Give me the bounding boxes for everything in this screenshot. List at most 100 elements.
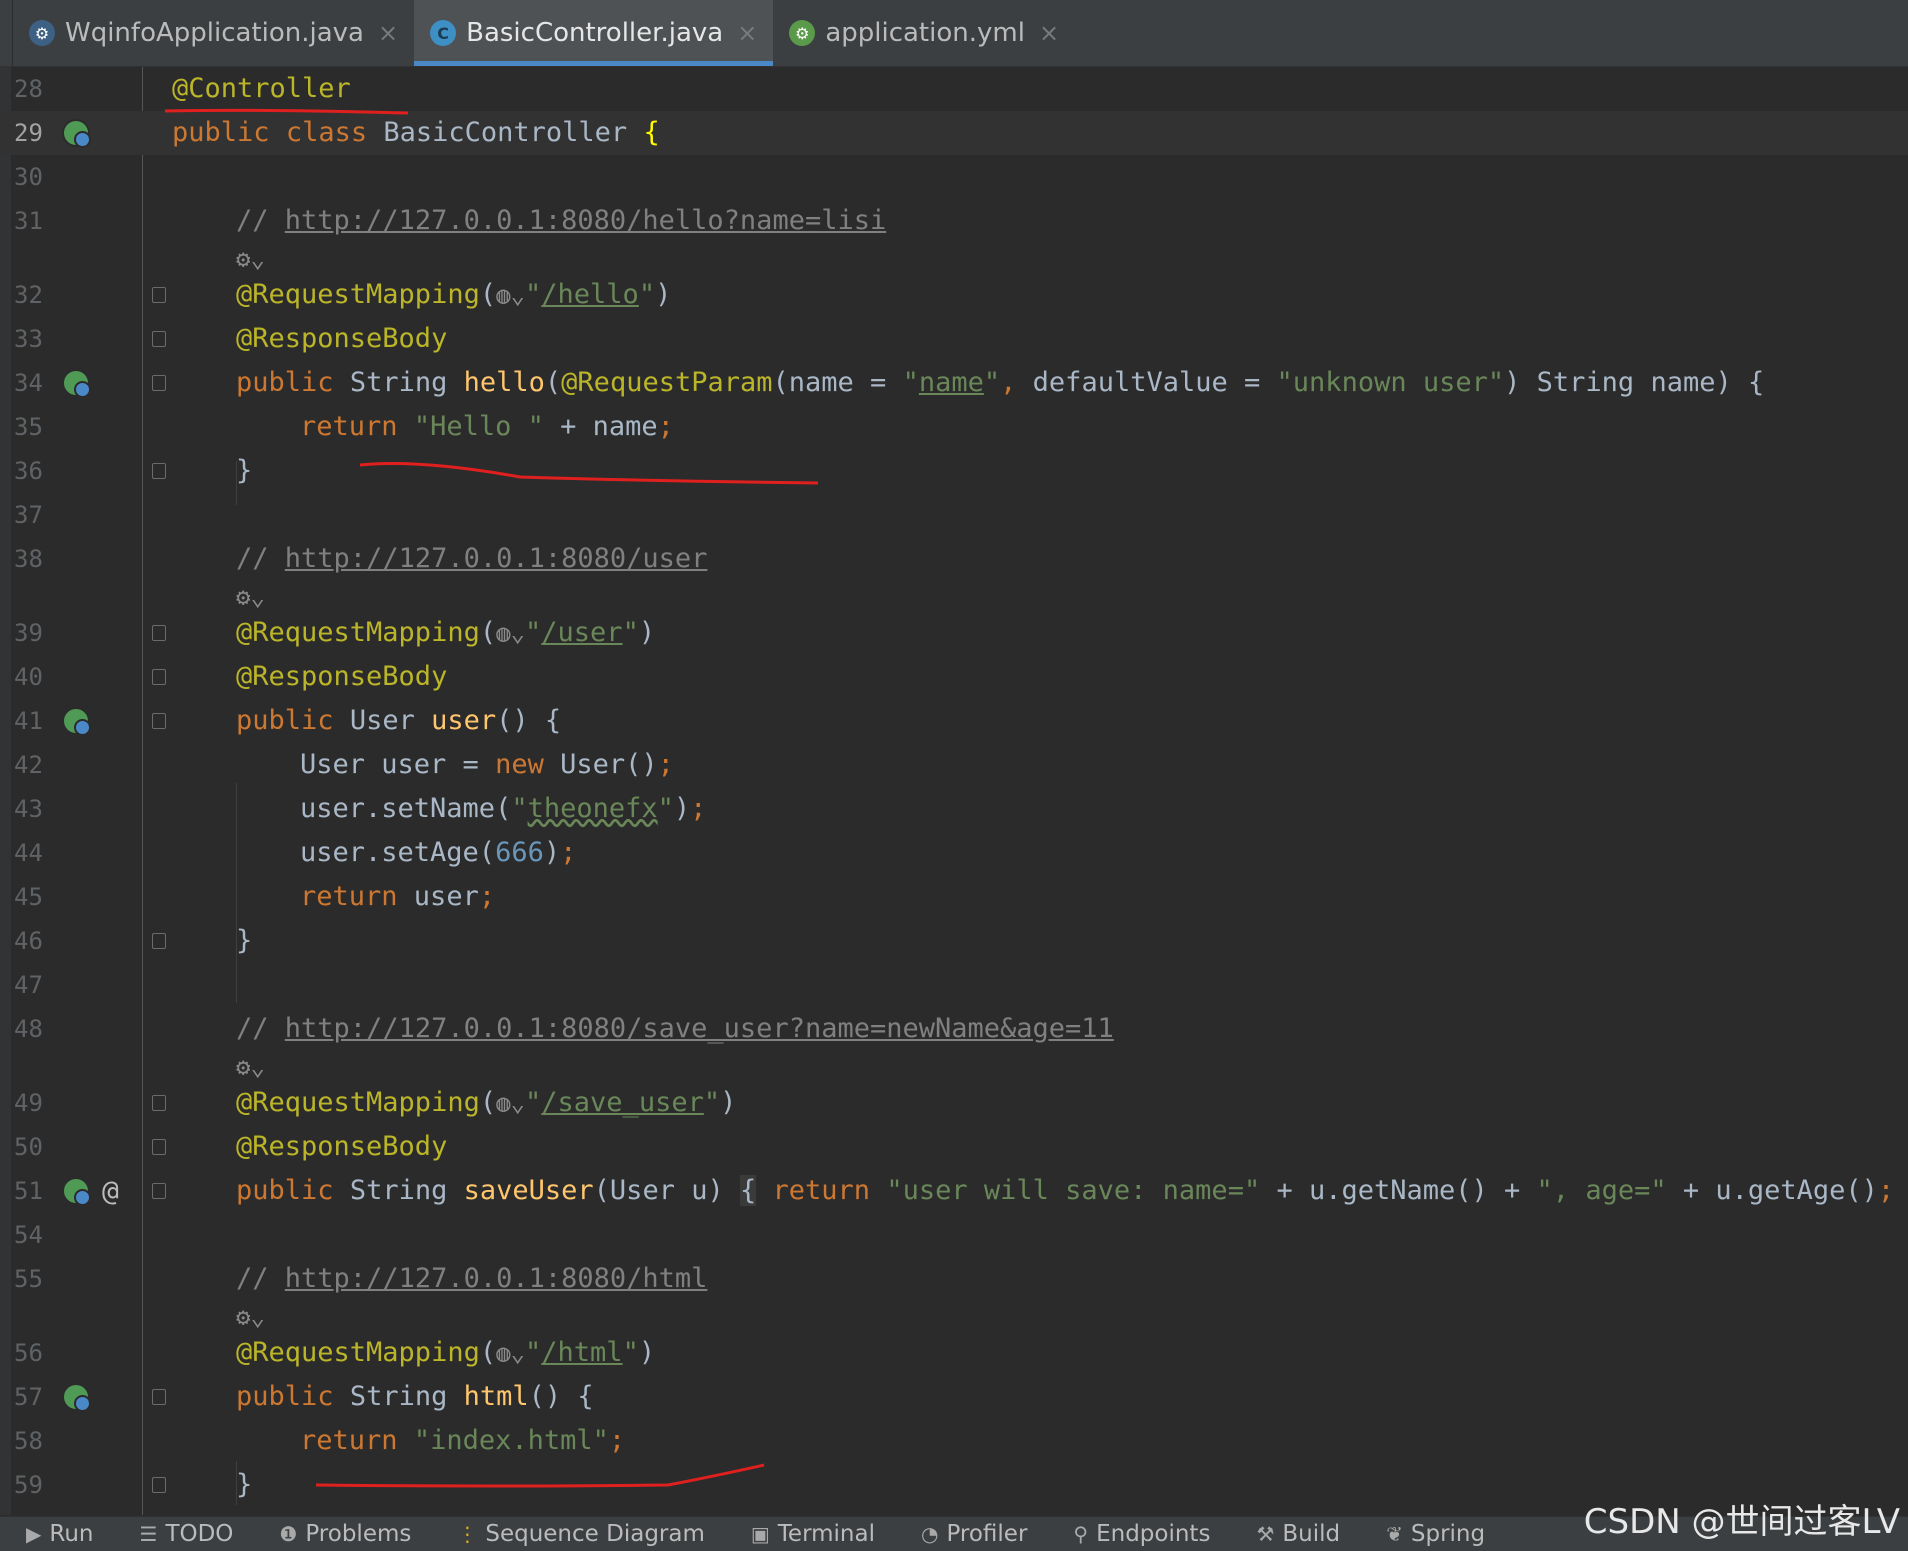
inlay-hint-row: ⚙⌄ (0, 243, 1908, 273)
code-line[interactable]: 49 @RequestMapping(◍⌄"/save_user") (0, 1081, 1908, 1125)
fold-marker-icon[interactable] (152, 933, 166, 949)
globe-hint-icon[interactable]: ◍⌄ (496, 281, 525, 309)
fold-marker-icon[interactable] (152, 1477, 166, 1493)
close-icon[interactable]: × (737, 19, 757, 47)
line-code: User user = new User(); (300, 749, 674, 780)
todo-tool-button[interactable]: ☰ TODO (114, 1517, 254, 1551)
endpoint-gutter-icon[interactable] (62, 1177, 91, 1206)
tab-bar-left-strip (0, 0, 13, 66)
code-line[interactable]: 42 User user = new User(); (0, 743, 1908, 787)
code-line[interactable]: 37 (0, 493, 1908, 537)
code-line[interactable]: 44 user.setAge(666); (0, 831, 1908, 875)
problems-tool-button[interactable]: ❶ Problems (253, 1517, 431, 1551)
code-line[interactable]: 30 (0, 155, 1908, 199)
fold-marker-icon[interactable] (152, 625, 166, 641)
editor-tab-bar: ⚙ WqinfoApplication.java × C BasicContro… (0, 0, 1908, 67)
spring-tool-button[interactable]: ❦ Spring (1360, 1517, 1505, 1551)
line-code: // http://127.0.0.1:8080/save_user?name=… (236, 1013, 1114, 1044)
code-line[interactable]: 38 // http://127.0.0.1:8080/user (0, 537, 1908, 581)
sequence-diagram-tool-button[interactable]: ⋮ Sequence Diagram (431, 1517, 725, 1551)
line-code: return "index.html"; (300, 1425, 626, 1456)
line-code: } (236, 925, 253, 956)
close-icon[interactable]: × (1039, 19, 1059, 47)
code-line[interactable]: 47 (0, 963, 1908, 1007)
code-line[interactable]: 55 // http://127.0.0.1:8080/html (0, 1257, 1908, 1301)
endpoint-gutter-icon[interactable] (62, 369, 91, 398)
fold-marker-icon[interactable] (152, 669, 166, 685)
at-symbol-gutter-icon[interactable]: @ (102, 1169, 119, 1213)
line-number: 49 (14, 1089, 43, 1117)
line-code: @RequestMapping(◍⌄"/user") (236, 617, 656, 648)
code-line[interactable]: 43 user.setName("theonefx"); (0, 787, 1908, 831)
line-number: 31 (14, 207, 43, 235)
code-line[interactable]: 31 // http://127.0.0.1:8080/hello?name=l… (0, 199, 1908, 243)
code-line[interactable]: 34 public String hello(@RequestParam(nam… (0, 361, 1908, 405)
java-class-icon: C (430, 20, 457, 46)
terminal-tool-button[interactable]: ▣ Terminal (725, 1517, 895, 1551)
line-code: @RequestMapping(◍⌄"/hello") (236, 279, 672, 310)
line-number: 30 (14, 163, 43, 191)
code-line[interactable]: 57 public String html() { (0, 1375, 1908, 1419)
inlay-hint-row: ⚙⌄ (0, 1051, 1908, 1081)
fold-marker-icon[interactable] (152, 1095, 166, 1111)
line-code: return "Hello " + name; (300, 411, 674, 442)
fold-marker-icon[interactable] (152, 331, 166, 347)
code-line[interactable]: 36 } (0, 449, 1908, 493)
line-code: } (236, 1469, 253, 1500)
globe-hint-icon[interactable]: ◍⌄ (496, 1089, 525, 1117)
endpoints-tool-button[interactable]: ⚲ Endpoints (1047, 1517, 1230, 1551)
todo-icon: ☰ (139, 1522, 158, 1546)
fold-marker-icon[interactable] (152, 287, 166, 303)
line-code: user.setAge(666); (300, 837, 577, 868)
line-code: } (236, 455, 253, 486)
code-line[interactable]: 46 } (0, 919, 1908, 963)
line-code: @Controller (172, 73, 351, 104)
fold-marker-icon[interactable] (152, 1183, 166, 1199)
line-number: 47 (14, 971, 43, 999)
fold-marker-icon[interactable] (152, 375, 166, 391)
profiler-icon: ◔ (920, 1522, 939, 1546)
code-line[interactable]: 56 @RequestMapping(◍⌄"/html") (0, 1331, 1908, 1375)
code-line[interactable]: 58 return "index.html"; (0, 1419, 1908, 1463)
code-line[interactable]: 39 @RequestMapping(◍⌄"/user") (0, 611, 1908, 655)
globe-hint-icon[interactable]: ◍⌄ (496, 1339, 525, 1367)
spring-bean-gutter-icon[interactable] (62, 119, 91, 148)
close-icon[interactable]: × (378, 19, 398, 47)
line-number: 40 (14, 663, 43, 691)
code-line[interactable]: 48 // http://127.0.0.1:8080/save_user?na… (0, 1007, 1908, 1051)
run-tool-button[interactable]: ▶ Run (0, 1517, 114, 1551)
code-line[interactable]: 54 (0, 1213, 1908, 1257)
spring-boot-class-icon: ⚙ (29, 20, 55, 46)
tab-basic-controller[interactable]: C BasicController.java × (414, 0, 774, 66)
line-number: 58 (14, 1427, 43, 1455)
code-line[interactable]: 33 @ResponseBody (0, 317, 1908, 361)
tool-label: Endpoints (1096, 1521, 1211, 1547)
code-line[interactable]: 32 @RequestMapping(◍⌄"/hello") (0, 273, 1908, 317)
code-line[interactable]: 51 @ public String saveUser(User u) { re… (0, 1169, 1908, 1213)
line-number: 41 (14, 707, 43, 735)
globe-hint-icon[interactable]: ◍⌄ (496, 619, 525, 647)
fold-marker-icon[interactable] (152, 713, 166, 729)
tool-label: Build (1282, 1521, 1341, 1547)
code-line[interactable]: 41 public User user() { (0, 699, 1908, 743)
fold-marker-icon[interactable] (152, 1389, 166, 1405)
endpoint-gutter-icon[interactable] (62, 707, 91, 736)
line-number: 39 (14, 619, 43, 647)
code-line[interactable]: 28 @Controller (0, 67, 1908, 111)
profiler-tool-button[interactable]: ◔ Profiler (895, 1517, 1047, 1551)
tab-wqinfo-application[interactable]: ⚙ WqinfoApplication.java × (13, 0, 414, 66)
code-line[interactable]: 35 return "Hello " + name; (0, 405, 1908, 449)
tab-application-yml[interactable]: ⚙ application.yml × (773, 0, 1075, 66)
code-line[interactable]: 40 @ResponseBody (0, 655, 1908, 699)
code-line[interactable]: 45 return user; (0, 875, 1908, 919)
code-editor[interactable]: 28 @Controller 29 public class BasicCont… (0, 67, 1908, 1515)
fold-marker-icon[interactable] (152, 463, 166, 479)
line-code: @RequestMapping(◍⌄"/save_user") (236, 1087, 737, 1118)
line-code: public String hello(@RequestParam(name =… (236, 367, 1765, 398)
build-tool-button[interactable]: ⚒ Build (1230, 1517, 1360, 1551)
tab-label: WqinfoApplication.java (65, 18, 364, 48)
fold-marker-icon[interactable] (152, 1139, 166, 1155)
code-line-current[interactable]: 29 public class BasicController { (0, 111, 1908, 155)
code-line[interactable]: 50 @ResponseBody (0, 1125, 1908, 1169)
endpoint-gutter-icon[interactable] (62, 1383, 91, 1412)
